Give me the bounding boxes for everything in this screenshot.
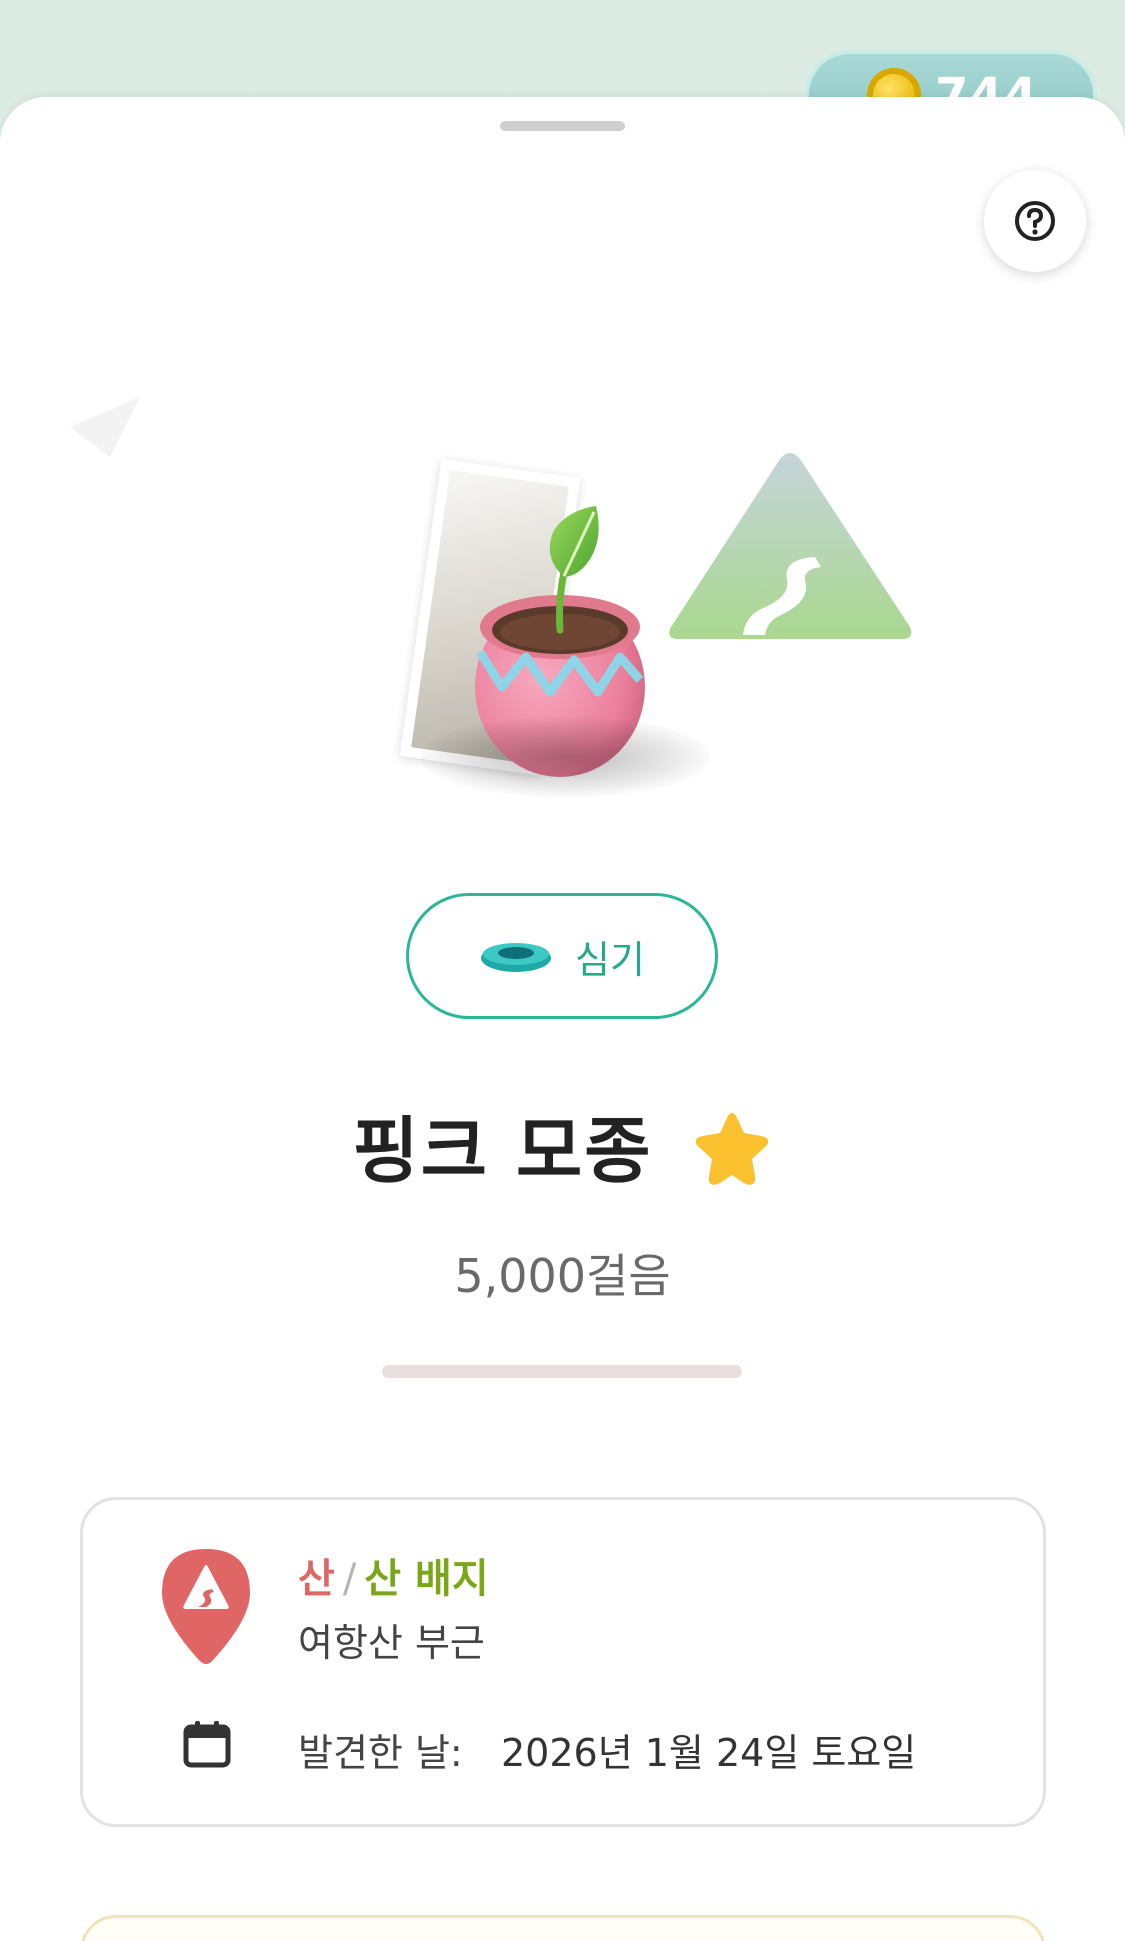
discovery-info-card: 산 / 산 배지 여항산 부근 발견한 날: 2026년 1월 24일 토요일 (80, 1497, 1046, 1827)
screen: 744 심기 핑크 모종 5,000걸음 산 / 산 배지 여항산 부근 발견한… (0, 0, 1125, 1941)
step-progress-bar (382, 1365, 742, 1378)
mountain-location-pin-icon (162, 1549, 250, 1664)
next-info-card (80, 1915, 1046, 1941)
drag-handle[interactable] (500, 121, 625, 131)
category-label: 산 (298, 1556, 335, 1602)
step-requirement: 5,000걸음 (454, 1249, 671, 1303)
item-title-row: 핑크 모종 (0, 1098, 1125, 1193)
found-date-label: 발견한 날: (298, 1731, 463, 1775)
item-title: 핑크 모종 (352, 1108, 653, 1193)
category-row: 산 / 산 배지 (298, 1546, 489, 1604)
category-separator: / (342, 1556, 357, 1602)
item-shadow (420, 717, 710, 797)
found-date-value: 2026년 1월 24일 토요일 (501, 1731, 917, 1775)
mountain-badge-icon (669, 453, 912, 639)
plant-button[interactable]: 심기 (406, 893, 718, 1019)
badge-label: 산 배지 (364, 1556, 489, 1602)
star-icon[interactable] (691, 1109, 773, 1189)
pot-icon (481, 943, 552, 972)
help-button[interactable] (984, 170, 1086, 272)
location-text: 여항산 부근 (298, 1621, 485, 1665)
plant-button-label: 심기 (575, 937, 645, 982)
sparkle-decoration (70, 397, 140, 457)
calendar-icon (183, 1721, 231, 1768)
item-detail-sheet: 심기 핑크 모종 5,000걸음 산 / 산 배지 여항산 부근 발견한 날: … (0, 97, 1125, 1941)
help-icon (1015, 201, 1055, 241)
